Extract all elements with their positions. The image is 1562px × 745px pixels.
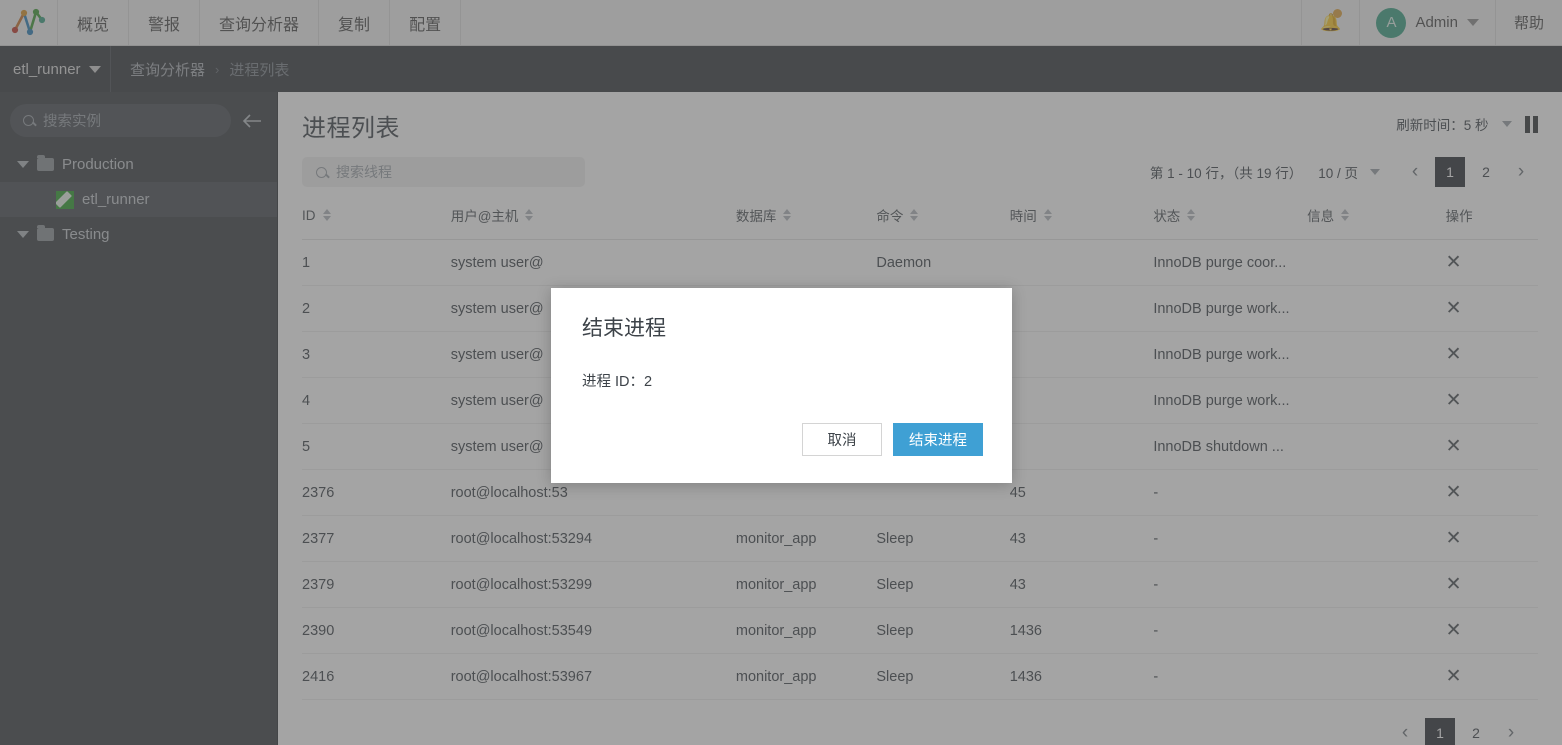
dialog-title: 结束进程 bbox=[582, 317, 666, 340]
confirm-kill-process-button[interactable]: 结束进程 bbox=[893, 423, 983, 456]
dialog-message: 进程 ID：2 bbox=[582, 374, 653, 390]
app-root: 概览 警报 查询分析器 复制 配置 🔔 A Admin 帮助 etl_runne… bbox=[0, 0, 1562, 745]
kill-process-dialog: 结束进程 进程 ID：2 取消 结束进程 bbox=[551, 288, 1012, 483]
cancel-button[interactable]: 取消 bbox=[802, 423, 882, 456]
dialog-actions: 取消 结束进程 bbox=[802, 423, 983, 456]
